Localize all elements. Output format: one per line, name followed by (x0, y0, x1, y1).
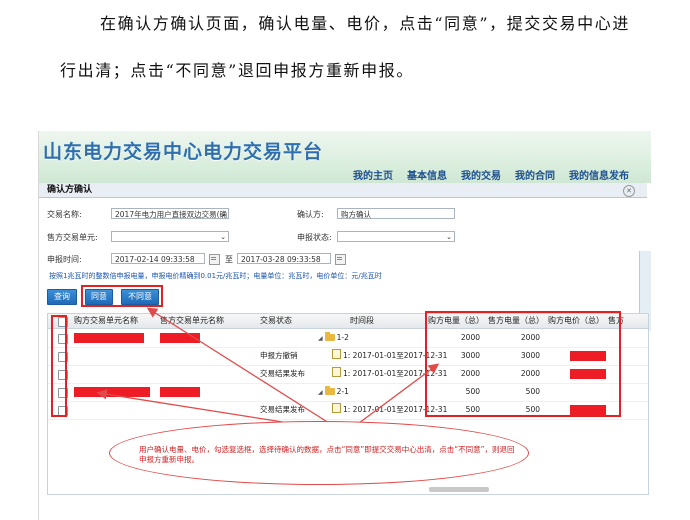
doc-paragraph-line-1: 在确认方确认页面，确认电量、电价，点击“同意”，提交交易中心进 (100, 14, 630, 33)
screenshot-frame: 山东电力交易中心电力交易平台 我的主页 基本信息 我的交易 我的合同 我的信息发… (38, 131, 651, 520)
doc-paragraph-line-2: 行出清；点击“不同意”退回申报方重新申报。 (60, 61, 414, 80)
annotation-text: 用户确认电量、电价，勾选复选框，选择待确认的数据，点击“同意”即提交交易中心出清… (139, 445, 515, 464)
